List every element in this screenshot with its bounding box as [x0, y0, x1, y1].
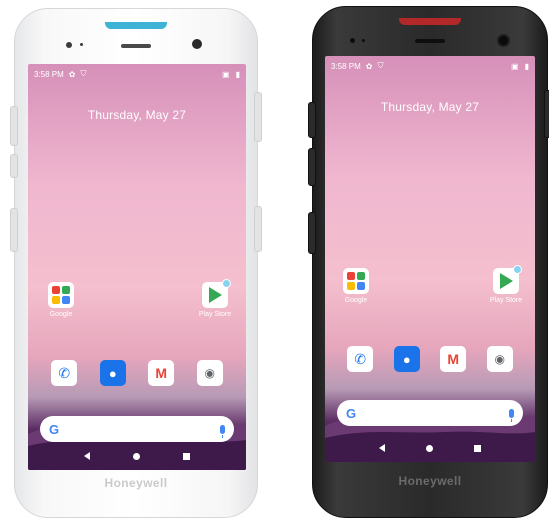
phone-icon[interactable]: ✆ [51, 360, 78, 386]
black-phone-device: 3:58 PM ✿ ⛉ ▣ ▮ Thursday, May 27 Google [308, 6, 549, 518]
phone-screen: 3:58 PM ✿ ⛉ ▣ ▮ Thursday, May 27 Google [325, 56, 535, 462]
side-button [10, 208, 18, 252]
status-time: 3:58 PM [34, 69, 64, 79]
screenshot-icon: ▣ [222, 69, 230, 79]
side-button [254, 92, 262, 142]
camera-icon[interactable]: ◉ [486, 346, 513, 372]
home-icon[interactable] [132, 452, 140, 460]
play-store-icon [493, 265, 522, 294]
home-date: Thursday, May 27 [87, 108, 187, 122]
camera-icon[interactable]: ◉ [196, 360, 223, 386]
play-store-icon [202, 279, 231, 308]
android-nav-bar [325, 440, 535, 456]
app-label: Play Store [489, 297, 523, 304]
earpiece-speaker [415, 39, 445, 43]
recents-icon[interactable] [183, 452, 191, 460]
app-google-folder[interactable]: Google [331, 268, 381, 304]
side-button [10, 106, 18, 146]
shield-icon: ⛉ [377, 61, 384, 70]
settings-gear-icon: ✿ [68, 69, 76, 79]
status-bar: 3:58 PM ✿ ⛉ ▣ ▮ [331, 60, 529, 72]
back-icon[interactable] [83, 452, 90, 460]
side-button [308, 212, 316, 254]
gmail-icon[interactable]: M [148, 360, 175, 386]
white-phone-device: 3:58 PM ✿ ⛉ ▣ ▮ Thursday, May 27 Google [10, 8, 262, 518]
phone-icon[interactable]: ✆ [347, 346, 374, 372]
app-dock: ✆ ● M ◉ [325, 346, 535, 372]
side-button [544, 90, 549, 138]
brand-logo: Honeywell [104, 476, 168, 490]
gmail-icon[interactable]: M [440, 346, 467, 372]
mic-icon[interactable] [220, 424, 225, 438]
scanner-accent-strip [399, 18, 461, 25]
status-bar: 3:58 PM ✿ ⛉ ▣ ▮ [34, 68, 240, 80]
sensor-dot [80, 43, 83, 46]
google-search-bar[interactable]: G [40, 416, 234, 442]
app-label: Play Store [198, 311, 232, 318]
google-folder-icon [48, 282, 74, 308]
side-button [10, 154, 18, 178]
mic-icon[interactable] [509, 408, 514, 422]
battery-icon: ▮ [524, 61, 529, 71]
contacts-icon[interactable]: ● [393, 346, 420, 372]
app-play-store[interactable]: Play Store [190, 279, 240, 318]
brand-logo: Honeywell [398, 474, 462, 488]
app-google-folder[interactable]: Google [36, 282, 86, 318]
sensor-dot [66, 42, 72, 48]
side-button [308, 102, 316, 138]
notification-dot [222, 279, 231, 288]
shield-icon: ⛉ [80, 69, 87, 78]
google-g-icon: G [49, 421, 60, 437]
google-g-icon: G [346, 405, 357, 421]
android-nav-bar [28, 448, 246, 464]
app-label: Google [49, 311, 73, 318]
google-search-bar[interactable]: G [337, 400, 523, 426]
status-time: 3:58 PM [331, 61, 361, 71]
back-icon[interactable] [379, 444, 386, 452]
phone-screen: 3:58 PM ✿ ⛉ ▣ ▮ Thursday, May 27 Google [28, 64, 246, 470]
side-button [254, 206, 262, 252]
side-button [308, 148, 316, 186]
settings-gear-icon: ✿ [365, 61, 373, 71]
google-folder-icon [343, 268, 369, 294]
sensor-dot [350, 38, 355, 43]
front-camera-icon [192, 39, 202, 49]
battery-icon: ▮ [235, 69, 240, 79]
scanner-accent-strip [105, 22, 167, 29]
recents-icon[interactable] [473, 444, 481, 452]
contacts-icon[interactable]: ● [99, 360, 126, 386]
app-play-store[interactable]: Play Store [481, 265, 531, 304]
home-date: Thursday, May 27 [380, 100, 480, 114]
screenshot-icon: ▣ [511, 61, 519, 71]
front-camera-icon [499, 36, 508, 45]
home-icon[interactable] [425, 444, 433, 452]
notification-dot [513, 265, 522, 274]
earpiece-speaker [121, 44, 151, 48]
app-dock: ✆ ● M ◉ [28, 360, 246, 386]
sensor-dot [362, 39, 365, 42]
app-label: Google [344, 297, 368, 304]
